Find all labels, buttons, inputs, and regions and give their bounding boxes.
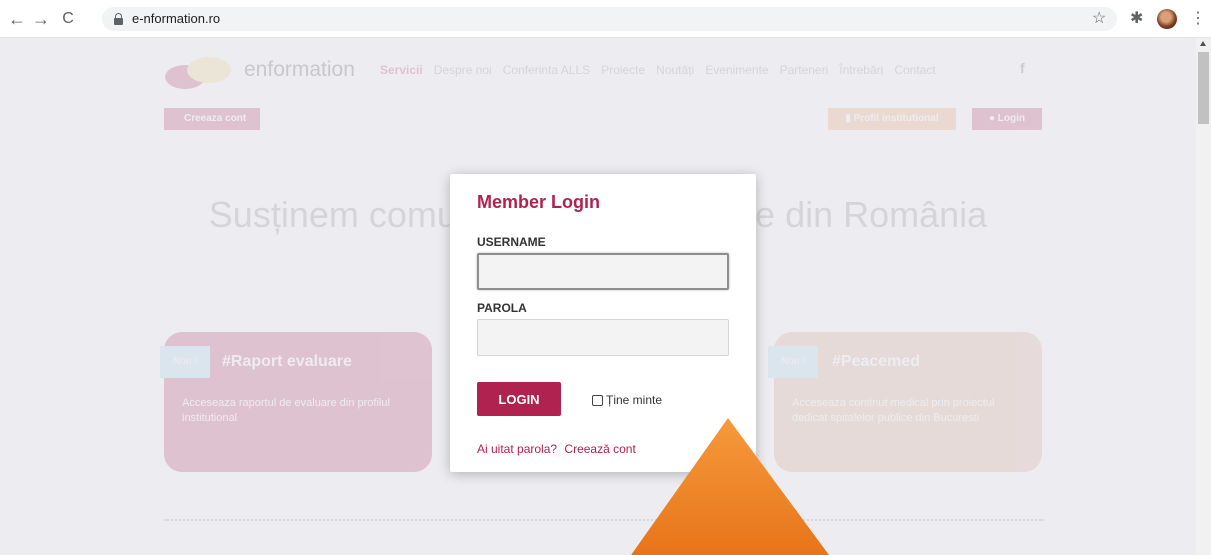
reload-icon[interactable]: C [57, 8, 79, 30]
forward-icon[interactable]: → [30, 8, 52, 30]
login-button[interactable]: LOGIN [477, 382, 561, 416]
bookmark-star-icon[interactable]: ☆ [1092, 8, 1106, 30]
profile-avatar[interactable] [1157, 9, 1177, 29]
remember-checkbox[interactable] [592, 394, 603, 406]
create-account-link[interactable]: Creează cont [564, 442, 635, 456]
browser-toolbar: ← → C e-nformation.ro ☆ ✱ ⋮ [0, 0, 1211, 38]
scrollbar[interactable] [1196, 38, 1211, 555]
menu-icon[interactable]: ⋮ [1190, 8, 1206, 30]
modal-title: Member Login [477, 192, 601, 212]
extensions-icon[interactable]: ✱ [1130, 8, 1143, 30]
password-input[interactable] [477, 319, 729, 356]
remember-label[interactable]: Ține minte [606, 393, 662, 407]
username-input[interactable] [477, 253, 729, 290]
password-label: PAROLA [477, 301, 527, 315]
address-bar[interactable]: e-nformation.ro ☆ [102, 7, 1117, 31]
remember-me[interactable]: Ține minte [592, 393, 662, 407]
scroll-thumb[interactable] [1198, 52, 1209, 124]
modal-links: Ai uitat parola? Creează cont [477, 442, 636, 456]
back-icon[interactable]: ← [6, 8, 28, 30]
lock-icon [114, 13, 123, 25]
url-text[interactable]: e-nformation.ro [132, 11, 220, 26]
forgot-password-link[interactable]: Ai uitat parola? [477, 442, 557, 456]
username-label: USERNAME [477, 235, 546, 249]
scroll-up-arrow-icon[interactable] [1200, 41, 1206, 46]
member-login-modal: Member Login USERNAME PAROLA LOGIN Ține … [450, 174, 756, 472]
